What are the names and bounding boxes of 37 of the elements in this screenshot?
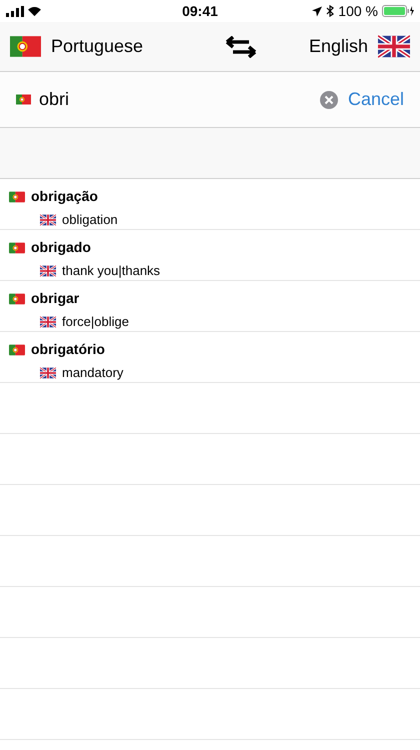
result-row[interactable]: obrigar force|oblige (0, 281, 420, 332)
portugal-flag-icon (9, 190, 25, 202)
target-language[interactable]: English (308, 33, 368, 60)
result-row[interactable]: obrigatório mandatory (0, 332, 420, 383)
english-translation: thank you|thanks (62, 262, 160, 280)
status-time: 09:41 (182, 2, 218, 20)
uk-flag-icon (40, 316, 56, 328)
uk-flag-icon (40, 214, 56, 226)
location-arrow-icon (312, 6, 322, 16)
portuguese-word: obrigação (31, 187, 98, 206)
english-translation: mandatory (62, 364, 124, 382)
uk-flag-icon (40, 264, 56, 277)
wifi-icon (27, 6, 42, 16)
source-language[interactable]: Portuguese (51, 33, 144, 60)
portuguese-word: obrigatório (31, 340, 105, 359)
portuguese-word: obrigar (31, 289, 80, 308)
english-translation: force|oblige (62, 313, 129, 331)
swap-languages-button[interactable] (225, 36, 258, 58)
portugal-flag-icon (9, 242, 25, 254)
clear-icon[interactable] (320, 90, 338, 108)
portuguese-word: obrigado (31, 238, 91, 257)
result-row[interactable]: obrigação obligation (0, 179, 420, 230)
bluetooth-icon (326, 5, 334, 17)
battery-charging-icon (382, 5, 414, 17)
result-row[interactable]: obrigado thank you|thanks (0, 230, 420, 281)
search-field[interactable]: obri (39, 86, 312, 113)
cancel-button[interactable]: Cancel (348, 86, 404, 113)
swap-arrows-icon (225, 36, 258, 58)
portugal-flag-icon (10, 34, 41, 59)
portugal-flag-icon (16, 93, 31, 106)
uk-flag-icon (378, 34, 410, 59)
signal-icon (6, 6, 24, 16)
uk-flag-icon (40, 366, 56, 379)
english-translation: obligation (62, 211, 118, 229)
portugal-flag-icon (9, 292, 25, 304)
battery-percent: 100 % (338, 2, 378, 20)
portugal-flag-icon (9, 344, 25, 356)
